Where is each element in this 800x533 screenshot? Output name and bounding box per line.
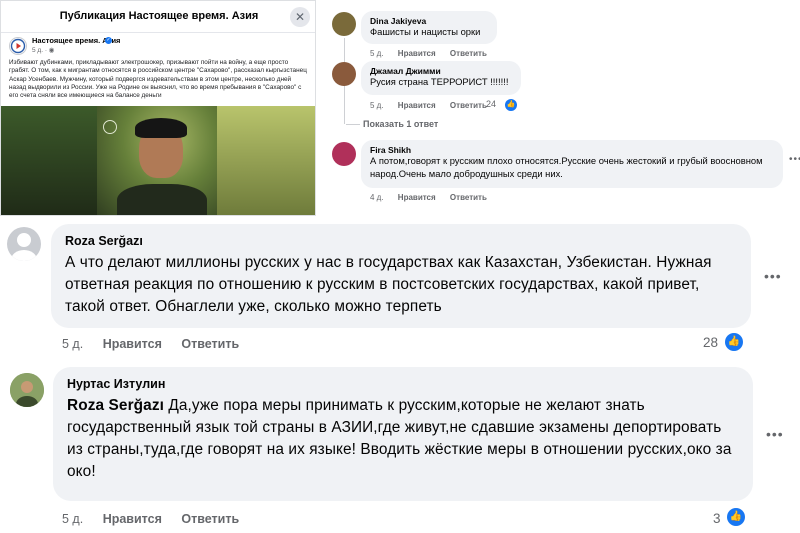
comment-actions: 5 д. Нравится Ответить [62,512,255,526]
reaction-count[interactable]: 3 [713,511,721,526]
mention-link[interactable]: Roza Serğazı [67,397,164,414]
reply-button[interactable]: Ответить [181,337,239,351]
comment-bubble: Fira Shikh А потом,говорят к русским пло… [361,140,783,188]
video-person-shirt [117,184,207,215]
comment-author[interactable]: Джамал Джимми [370,66,512,76]
post-time-text: 5 д. · [32,47,49,54]
reply-button[interactable]: Ответить [450,193,487,202]
avatar[interactable] [10,373,44,407]
thumbs-up-icon[interactable]: 👍 [505,99,517,111]
verified-badge-icon: ✓ [105,37,112,44]
avatar[interactable] [332,12,356,36]
like-button[interactable]: Нравится [398,193,436,202]
comment-author[interactable]: Dina Jakiyeva [370,16,488,26]
like-button[interactable]: Нравится [103,337,162,351]
comment-bubble: Dina Jakiyeva Фашисты и нацисты орки [361,11,497,44]
page-logo-icon [10,38,26,54]
avatar[interactable] [7,227,41,261]
user-photo-icon [10,373,44,407]
more-options-icon[interactable]: ••• [789,154,800,165]
comments-top-panel: Dina Jakiyeva Фашисты и нацисты орки 5 д… [316,0,800,216]
post-text: Избивают дубинками, прикладывают электро… [9,59,307,100]
avatar[interactable] [332,62,356,86]
comment-author[interactable]: Нуртас Изтулин [67,377,737,391]
comment-author[interactable]: Roza Serğazı [65,234,735,248]
comment-author[interactable]: Fira Shikh [370,145,774,155]
globe-icon: ◉ [48,47,55,54]
like-button[interactable]: Нравится [398,101,436,110]
reaction-count[interactable]: 24 [486,99,496,109]
avatar[interactable] [332,142,356,166]
video-person-hair [135,118,187,138]
thumbs-up-icon[interactable]: 👍 [725,333,743,351]
default-avatar-icon [11,233,37,261]
comment-bubble: Roza Serğazı А что делают миллионы русск… [51,224,751,328]
video-blur-right [215,106,315,215]
post-timestamp[interactable]: 5 д. · ◉ [32,46,54,54]
comment-time[interactable]: 5 д. [370,101,384,110]
more-options-icon[interactable]: ••• [764,268,782,284]
comment-actions: 5 д. Нравится Ответить [370,101,499,110]
comment-text-block: Roza Serğazı Да,уже пора меры принимать … [67,395,737,483]
comment-actions: 5 д. Нравится Ответить [370,49,499,58]
comment-bubble: Нуртас Изтулин Roza Serğazı Да,уже пора … [53,367,753,501]
like-button[interactable]: Нравится [398,49,436,58]
comment-actions: 4 д. Нравится Ответить [370,193,499,202]
show-replies-link[interactable]: Показать 1 ответ [363,119,438,129]
comment-text: Фашисты и нацисты орки [370,26,481,37]
post-title: Публикация Настоящее время. Азия [59,10,259,22]
comment-text: А потом,говорят к русским плохо относятс… [370,155,763,179]
comment-bubble: Джамал Джимми Русия страна ТЕРРОРИСТ !!!… [361,61,521,95]
thumbs-up-icon[interactable]: 👍 [727,508,745,526]
comment-time[interactable]: 5 д. [62,512,83,526]
comment-time[interactable]: 5 д. [62,337,83,351]
post-panel: Публикация Настоящее время. Азия ✕ Насто… [0,0,316,216]
post-header: Публикация Настоящее время. Азия ✕ [1,1,315,33]
reply-button[interactable]: Ответить [450,101,487,110]
comment-time[interactable]: 5 д. [370,49,384,58]
close-icon[interactable]: ✕ [290,7,310,27]
thread-branch [346,124,360,125]
comment-text: А что делают миллионы русских у нас в го… [65,254,712,315]
post-video[interactable] [1,106,315,215]
comment-text: Да,уже пора меры принимать к русским,кот… [67,397,732,480]
page-avatar[interactable] [9,37,27,55]
reaction-count[interactable]: 28 [703,335,718,350]
more-options-icon[interactable]: ••• [766,426,784,442]
comment-time[interactable]: 4 д. [370,193,384,202]
comment-actions: 5 д. Нравится Ответить [62,337,255,351]
like-button[interactable]: Нравится [103,512,162,526]
reply-button[interactable]: Ответить [450,49,487,58]
comment-text: Русия страна ТЕРРОРИСТ !!!!!!! [370,76,509,87]
video-watermark-icon [103,120,117,134]
video-blur-left [1,106,101,215]
reply-button[interactable]: Ответить [181,512,239,526]
